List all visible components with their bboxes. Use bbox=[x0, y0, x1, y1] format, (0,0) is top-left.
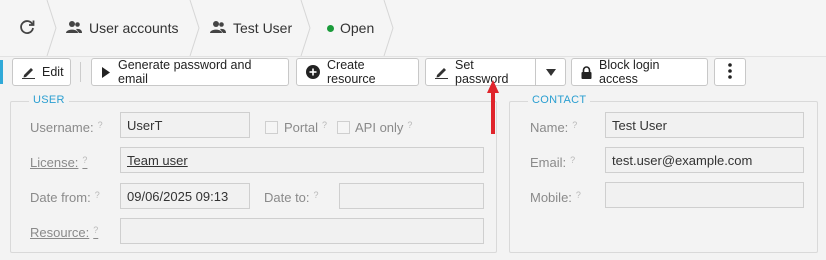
license-field[interactable]: Team user bbox=[120, 147, 484, 173]
refresh-icon bbox=[18, 18, 36, 39]
user-icon bbox=[210, 20, 226, 37]
plus-circle-icon bbox=[306, 65, 320, 79]
generate-label: Generate password and email bbox=[118, 58, 252, 86]
portal-checkbox[interactable] bbox=[265, 121, 278, 134]
edit-button[interactable]: Edit bbox=[12, 58, 71, 86]
help-icon[interactable]: ? bbox=[82, 155, 87, 165]
refresh-button[interactable] bbox=[18, 0, 36, 56]
help-icon[interactable]: ? bbox=[407, 120, 412, 130]
breadcrumb-status: Open bbox=[327, 0, 374, 56]
mobile-field[interactable] bbox=[605, 182, 804, 208]
set-password-button[interactable]: Set password bbox=[426, 58, 536, 86]
breadcrumb-separator bbox=[300, 0, 311, 56]
block-login-button[interactable]: Block login access bbox=[571, 58, 708, 86]
toolbar: Edit Generate password and email Create … bbox=[0, 56, 826, 90]
breadcrumb-label: Test User bbox=[233, 20, 293, 36]
username-label: Username:? bbox=[30, 120, 103, 135]
more-options-button[interactable] bbox=[714, 58, 746, 86]
create-resource-button[interactable]: Create resource bbox=[296, 58, 419, 86]
help-icon[interactable]: ? bbox=[576, 190, 581, 200]
email-label: Email:? bbox=[530, 155, 576, 170]
resource-link[interactable]: Resource:? bbox=[30, 225, 98, 240]
annotation-arrow-icon bbox=[487, 80, 499, 134]
mobile-label: Mobile:? bbox=[530, 190, 581, 205]
status-dot-icon bbox=[327, 24, 334, 32]
edit-label: Edit bbox=[42, 65, 64, 79]
help-icon[interactable]: ? bbox=[322, 120, 327, 130]
name-label: Name:? bbox=[530, 120, 578, 135]
help-icon[interactable]: ? bbox=[95, 190, 100, 200]
user-panel: USER Username:? UserT Portal? API only? … bbox=[10, 94, 497, 253]
breadcrumb-test-user[interactable]: Test User bbox=[210, 0, 292, 56]
set-password-dropdown-button[interactable] bbox=[536, 59, 565, 85]
help-icon[interactable]: ? bbox=[98, 120, 103, 130]
api-only-label: API only? bbox=[355, 120, 413, 135]
help-icon[interactable]: ? bbox=[93, 225, 98, 235]
name-field[interactable]: Test User bbox=[605, 112, 804, 138]
date-from-label: Date from:? bbox=[30, 190, 100, 205]
breadcrumb-separator bbox=[46, 0, 57, 56]
caret-down-icon bbox=[545, 65, 556, 79]
api-only-checkbox[interactable] bbox=[337, 121, 350, 134]
date-from-field[interactable]: 09/06/2025 09:13 bbox=[120, 183, 250, 209]
breadcrumb-separator bbox=[189, 0, 200, 56]
username-field[interactable]: UserT bbox=[120, 112, 250, 138]
block-login-label: Block login access bbox=[599, 58, 660, 86]
email-field[interactable]: test.user@example.com bbox=[605, 147, 804, 173]
breadcrumb-bar: User accounts Test User Open bbox=[0, 0, 826, 57]
resource-field[interactable] bbox=[120, 218, 484, 244]
play-icon bbox=[101, 66, 111, 78]
contact-panel: CONTACT Name:? Test User Email:? test.us… bbox=[509, 94, 818, 253]
status-label: Open bbox=[340, 20, 375, 36]
user-legend: USER bbox=[29, 94, 69, 106]
breadcrumb-user-accounts[interactable]: User accounts bbox=[66, 0, 178, 56]
help-icon[interactable]: ? bbox=[572, 120, 577, 130]
help-icon[interactable]: ? bbox=[314, 190, 319, 200]
license-link[interactable]: License:? bbox=[30, 155, 87, 170]
date-to-field[interactable] bbox=[339, 183, 484, 209]
breadcrumb-separator bbox=[383, 0, 394, 56]
more-vertical-icon bbox=[728, 62, 732, 82]
users-icon bbox=[66, 20, 82, 37]
pencil-icon bbox=[22, 66, 35, 79]
generate-password-email-button[interactable]: Generate password and email bbox=[91, 58, 289, 86]
create-resource-label: Create resource bbox=[327, 58, 376, 86]
license-value-link[interactable]: Team user bbox=[127, 153, 188, 168]
date-to-label: Date to:? bbox=[264, 190, 319, 205]
portal-label: Portal? bbox=[284, 120, 327, 135]
help-icon[interactable]: ? bbox=[570, 155, 575, 165]
pencil-icon bbox=[435, 66, 448, 79]
breadcrumb-label: User accounts bbox=[89, 20, 179, 36]
toolbar-divider bbox=[80, 62, 81, 82]
contact-legend: CONTACT bbox=[528, 94, 591, 106]
lock-icon bbox=[581, 65, 592, 79]
